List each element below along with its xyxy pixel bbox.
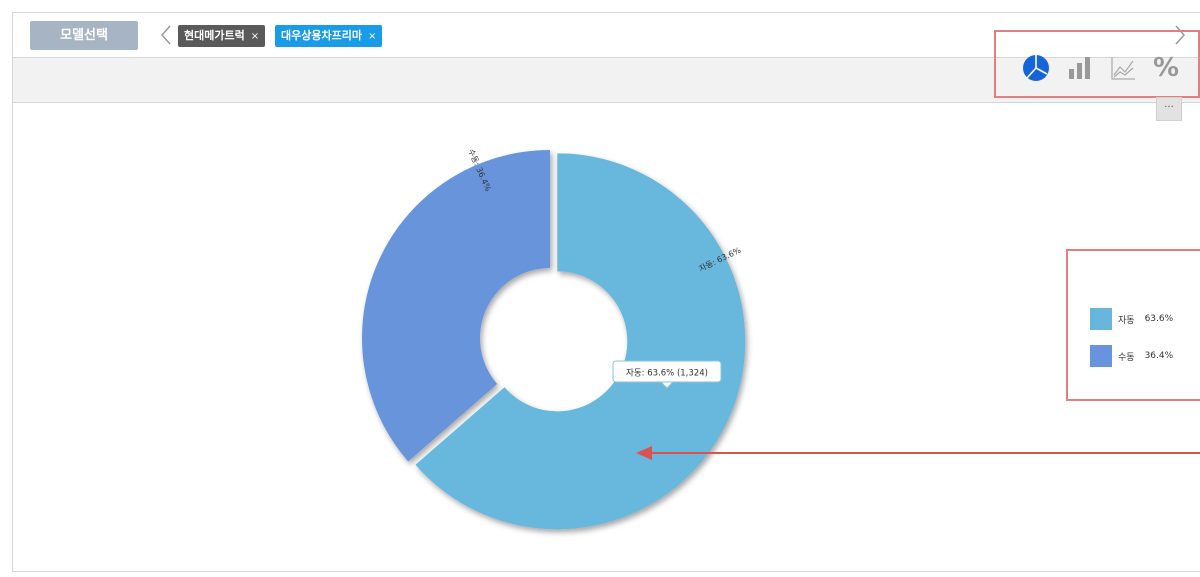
legend-item-auto[interactable]: 자동 63.6% (1090, 308, 1173, 330)
legend-value: 63.6% (1144, 314, 1174, 324)
legend-swatch (1090, 308, 1112, 330)
legend-label: 수동 (1118, 352, 1135, 363)
legend-item-manual[interactable]: 수동 36.4% (1090, 345, 1173, 367)
legend-swatch (1090, 345, 1112, 367)
annotation-arrow (636, 446, 1200, 460)
donut-chart: 자동: 63.6%수동: 36.4% 자동: 63.6% (1,324) (362, 148, 1200, 530)
tooltip-text: 자동: 63.6% (1,324) (626, 369, 708, 379)
legend-label: 자동 (1118, 315, 1135, 326)
legend-value: 36.4% (1144, 351, 1174, 361)
chart-legend: 자동 63.6% 수동 36.4% (1066, 249, 1200, 401)
